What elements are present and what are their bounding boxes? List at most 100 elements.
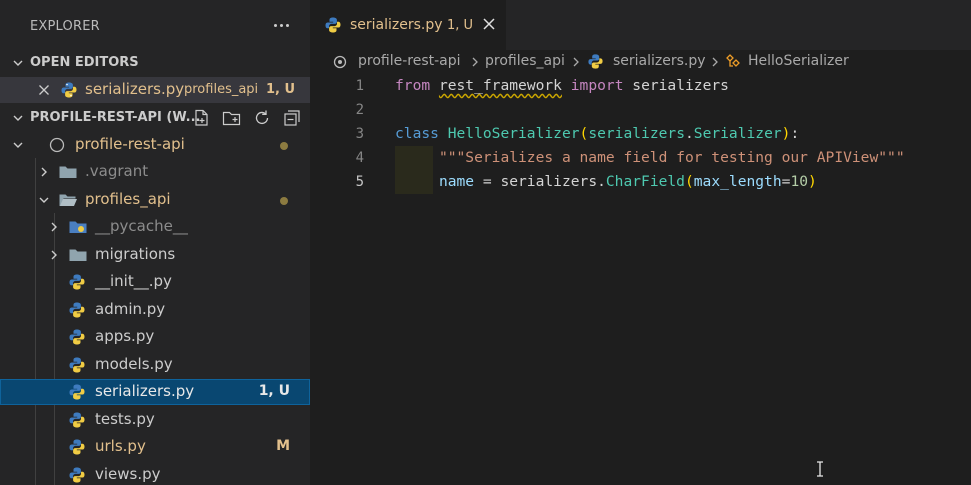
chevron-right-icon: [41, 167, 47, 177]
tree-item-label: profiles_api: [85, 190, 171, 208]
chevron-right-icon: [51, 250, 57, 260]
refresh-icon[interactable]: [253, 109, 271, 127]
token: .: [684, 125, 694, 142]
close-icon[interactable]: [38, 84, 50, 96]
explorer-header: EXPLORER: [0, 0, 310, 50]
code-line-5[interactable]: name = serializers.CharField(max_length=…: [395, 173, 817, 190]
token: Serializer: [693, 125, 782, 142]
token: from: [395, 77, 431, 94]
breadcrumb: profile-rest-api profiles_api serializer…: [310, 50, 971, 74]
collapse-all-icon[interactable]: [283, 109, 301, 127]
open-editor-filename: serializers.py: [85, 80, 185, 98]
token: 10: [790, 173, 809, 190]
breadcrumb-item[interactable]: HelloSerializer: [748, 53, 849, 69]
python-file-icon: [69, 357, 85, 373]
line-number: 1: [355, 78, 364, 94]
tree-item-vagrant[interactable]: .vagrant: [0, 159, 310, 185]
open-editors-header[interactable]: OPEN EDITORS: [0, 50, 310, 76]
open-editors-title: OPEN EDITORS: [30, 55, 139, 70]
new-folder-icon[interactable]: [222, 109, 242, 127]
tree-item-tests[interactable]: tests.py: [0, 407, 310, 433]
tree-item-init[interactable]: __init__.py: [0, 269, 310, 295]
tree-item-profiles-api[interactable]: profiles_api: [0, 187, 310, 213]
tree-item-label: profile-rest-api: [75, 135, 185, 153]
tree-item-label: admin.py: [95, 300, 166, 318]
line-number: 3: [355, 126, 364, 142]
line-number: 4: [355, 150, 364, 166]
open-editor-folder: profiles_api: [184, 82, 259, 97]
tree-item-serializers[interactable]: serializers.py 1, U: [0, 379, 310, 405]
explorer-sidebar: EXPLORER OPEN EDITORS serializers.py pro…: [0, 0, 310, 485]
folder-icon: [59, 166, 77, 178]
breadcrumb-item[interactable]: profiles_api: [485, 53, 565, 69]
tree-item-label: tests.py: [95, 410, 155, 428]
tree-item-migrations[interactable]: migrations: [0, 242, 310, 268]
chevron-right-icon: [573, 57, 579, 67]
token: """Serializes a name field for testing o…: [438, 149, 905, 166]
repository-icon: [333, 55, 347, 69]
tree-item-label: models.py: [95, 355, 173, 373]
tab-bar: serializers.py 1, U: [310, 0, 971, 50]
chevron-down-icon: [13, 142, 23, 148]
tree-item-views[interactable]: views.py: [0, 462, 310, 485]
tree-item-admin[interactable]: admin.py: [0, 297, 310, 323]
code-line-1[interactable]: from rest_framework import serializers: [395, 77, 729, 94]
token: import: [570, 77, 624, 94]
python-file-icon: [325, 17, 341, 33]
token: serializers: [632, 77, 729, 94]
tree-item-label: urls.py: [95, 437, 146, 455]
open-editor-item[interactable]: serializers.py profiles_api 1, U: [0, 77, 310, 103]
token: HelloSerializer: [447, 125, 580, 142]
python-file-icon: [69, 439, 85, 455]
tree-item-pycache[interactable]: __pycache__: [0, 214, 310, 240]
tree-item-apps[interactable]: apps.py: [0, 324, 310, 350]
python-file-icon: [69, 329, 85, 345]
python-folder-icon: [69, 221, 87, 233]
tree-item-label: .vagrant: [85, 162, 149, 180]
tab-status: 1, U: [447, 18, 474, 33]
status-dot: [280, 142, 288, 150]
tree-item-label: __pycache__: [95, 217, 188, 235]
breadcrumb-item[interactable]: serializers.py: [613, 53, 706, 69]
line-number: 2: [355, 102, 364, 118]
python-file-icon: [69, 467, 85, 483]
chevron-right-icon: [472, 57, 478, 67]
tab-serializers[interactable]: serializers.py 1, U: [310, 0, 506, 50]
tree-item-models[interactable]: models.py: [0, 352, 310, 378]
token: (: [684, 173, 694, 190]
git-status-badge: 1, U: [258, 383, 290, 399]
open-editor-status: 1, U: [266, 82, 296, 97]
tree-item-urls[interactable]: urls.py M: [0, 434, 310, 460]
tree-item-label: migrations: [95, 245, 176, 263]
chevron-down-icon: [13, 60, 23, 66]
python-file-icon: [61, 82, 77, 98]
python-file-icon: [69, 274, 85, 290]
class-symbol-icon: [726, 54, 740, 67]
code-line-4[interactable]: """Serializes a name field for testing o…: [395, 149, 905, 166]
tree-item-label: serializers.py: [95, 382, 195, 400]
chevron-right-icon: [51, 222, 57, 232]
more-actions-icon[interactable]: [270, 16, 294, 34]
tree-item-profile-rest-api[interactable]: profile-rest-api: [0, 132, 310, 158]
folder-open-icon: [59, 194, 77, 206]
token: :: [790, 125, 800, 142]
close-icon[interactable]: [482, 17, 496, 31]
token: ): [808, 173, 817, 190]
tree-item-label: __init__.py: [95, 272, 172, 290]
python-file-icon: [69, 412, 85, 428]
git-status-badge: M: [276, 438, 290, 454]
folder-icon: [69, 249, 87, 261]
token: serializers: [588, 125, 685, 142]
line-number: 5: [355, 174, 364, 190]
new-file-icon[interactable]: [193, 109, 211, 127]
explorer-title: EXPLORER: [30, 19, 100, 34]
chevron-right-icon: [712, 57, 718, 67]
token: = serializers.: [474, 173, 606, 190]
status-dot: [280, 197, 288, 205]
code-line-3[interactable]: class HelloSerializer(serializers.Serial…: [395, 125, 799, 142]
token: name: [438, 173, 475, 190]
token: (: [579, 125, 589, 142]
python-file-icon: [588, 54, 603, 69]
chevron-down-icon: [13, 115, 23, 121]
breadcrumb-item[interactable]: profile-rest-api: [358, 53, 461, 69]
